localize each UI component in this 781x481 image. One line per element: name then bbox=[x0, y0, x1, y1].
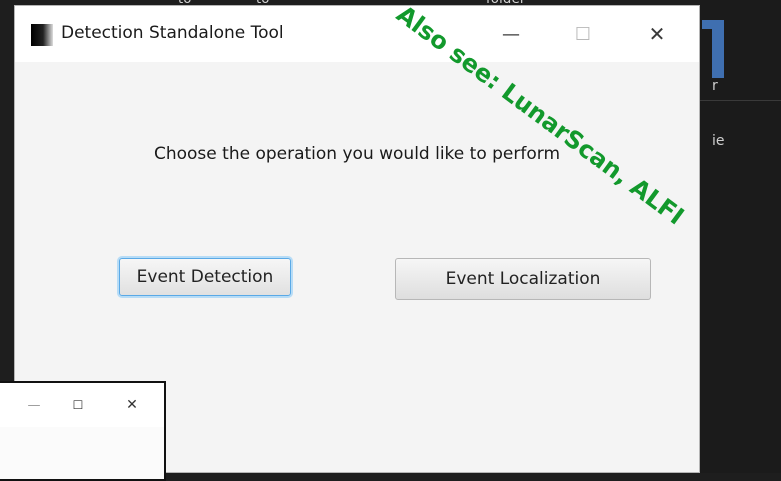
maximize-icon: ☐ bbox=[574, 23, 592, 45]
minimize-icon: — bbox=[502, 23, 520, 45]
operation-prompt: Choose the operation you would like to p… bbox=[153, 144, 561, 164]
secondary-window: — ☐ ✕ bbox=[0, 381, 166, 481]
secondary-close-button[interactable]: ✕ bbox=[118, 395, 146, 415]
secondary-window-title-bar[interactable]: — ☐ ✕ bbox=[0, 383, 164, 427]
background-text: r bbox=[712, 78, 718, 94]
event-detection-button[interactable]: Event Detection bbox=[119, 258, 291, 296]
close-icon: ✕ bbox=[648, 22, 666, 46]
background-divider bbox=[700, 100, 781, 101]
window-title-bar[interactable]: Detection Standalone Tool — ☐ ✕ bbox=[15, 6, 699, 62]
background-text: ie bbox=[712, 133, 725, 149]
close-icon: ✕ bbox=[126, 397, 138, 413]
background-logo-icon bbox=[702, 20, 724, 78]
event-localization-button[interactable]: Event Localization bbox=[395, 258, 651, 300]
secondary-maximize-button[interactable]: ☐ bbox=[64, 395, 92, 415]
secondary-minimize-button[interactable]: — bbox=[20, 395, 48, 415]
minimize-icon: — bbox=[27, 397, 41, 413]
window-title: Detection Standalone Tool bbox=[61, 23, 284, 43]
maximize-icon: ☐ bbox=[72, 398, 84, 412]
close-button[interactable]: ✕ bbox=[635, 20, 679, 48]
minimize-button[interactable]: — bbox=[489, 20, 533, 48]
maximize-button[interactable]: ☐ bbox=[561, 20, 605, 48]
app-icon bbox=[31, 24, 53, 46]
